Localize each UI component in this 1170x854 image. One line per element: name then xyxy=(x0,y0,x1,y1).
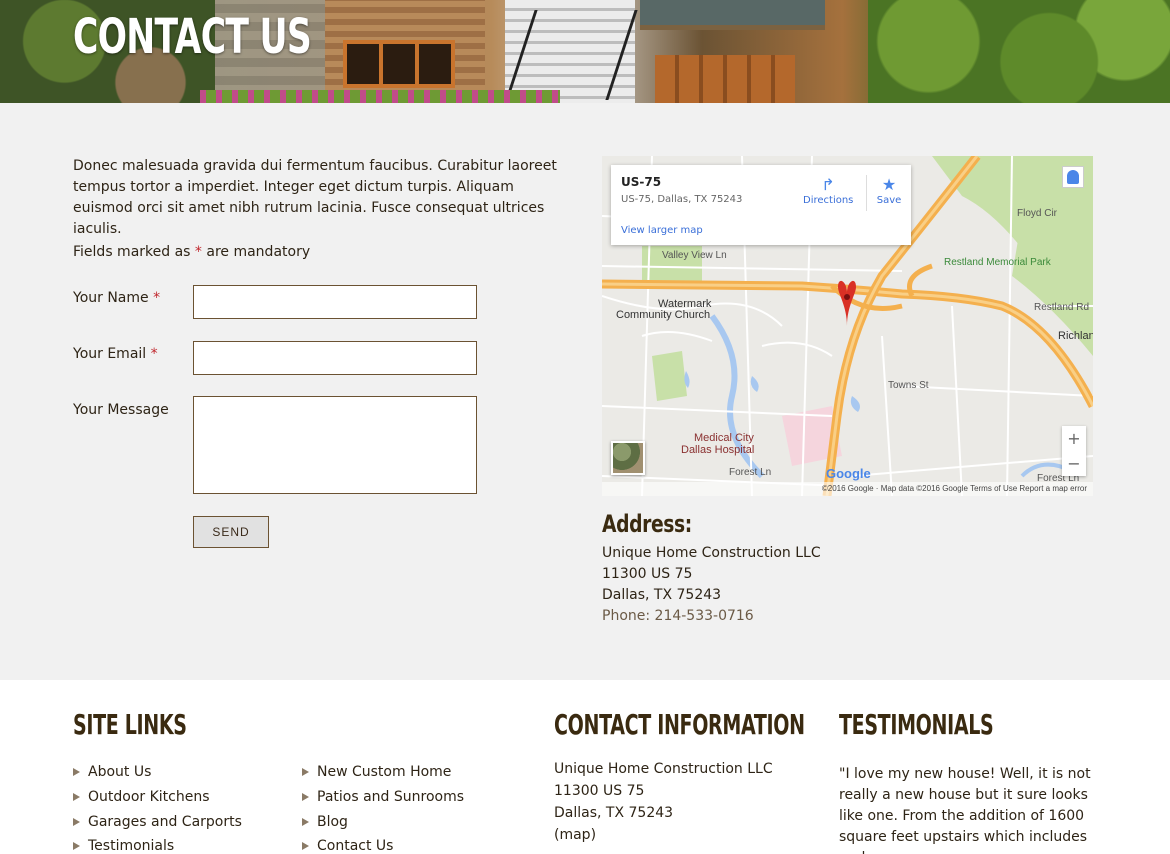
footer-link-blog[interactable]: Blog xyxy=(302,812,348,833)
mandatory-note-suffix: are mandatory xyxy=(201,244,311,260)
zoom-in-button[interactable]: + xyxy=(1062,426,1086,451)
footer-contact-block: Unique Home Construction LLC 11300 US 75… xyxy=(554,758,773,846)
address-phone[interactable]: Phone: 214-533-0716 xyxy=(602,606,821,627)
google-map[interactable]: US-75 US-75, Dallas, TX 75243 View large… xyxy=(602,156,1093,496)
save-label: Save xyxy=(876,195,902,206)
address-company: Unique Home Construction LLC xyxy=(602,545,821,561)
map-label: Richlan xyxy=(1058,330,1093,342)
footer-link-new-custom-home[interactable]: New Custom Home xyxy=(302,762,451,783)
map-attribution[interactable]: ©2016 Google · Map data ©2016 Google Ter… xyxy=(602,482,1093,496)
directions-button[interactable]: ↱ Directions xyxy=(803,175,853,206)
hero-stairs xyxy=(505,0,635,103)
map-label: Restland Memorial Park xyxy=(944,257,1051,268)
view-larger-map-link[interactable]: View larger map xyxy=(621,225,703,236)
footer-link-about-us[interactable]: About Us xyxy=(73,762,151,783)
required-star: * xyxy=(194,244,202,260)
hero-banner: CONTACT US xyxy=(0,0,1170,103)
message-label: Your Message xyxy=(73,402,169,418)
hero-garage-door xyxy=(655,55,795,103)
zoom-out-button[interactable]: − xyxy=(1062,451,1086,476)
footer-link-outdoor-kitchens[interactable]: Outdoor Kitchens xyxy=(73,787,210,808)
testimonial-quote: "I love my new house! Well, it is not re… xyxy=(839,766,1091,854)
place-title: US-75 xyxy=(621,175,662,189)
name-input[interactable] xyxy=(193,285,477,319)
address-heading: Address: xyxy=(602,510,692,538)
footer-link-contact-us[interactable]: Contact Us xyxy=(302,836,393,854)
zoom-control: + − xyxy=(1062,426,1086,476)
map-label: Valley View Ln xyxy=(662,250,727,261)
message-textarea[interactable] xyxy=(193,396,477,494)
send-button[interactable]: SEND xyxy=(193,516,269,548)
footer-link-garages-carports[interactable]: Garages and Carports xyxy=(73,812,242,833)
page-title: CONTACT US xyxy=(73,9,312,65)
hero-window xyxy=(343,40,455,88)
footer-map-link[interactable]: (map) xyxy=(554,824,773,846)
map-label: Towns St xyxy=(888,380,929,391)
name-label-text: Your Name xyxy=(73,290,149,306)
place-card: US-75 US-75, Dallas, TX 75243 View large… xyxy=(611,165,911,245)
street-view-pegman-icon[interactable] xyxy=(1062,166,1084,188)
google-logo: Google xyxy=(826,466,871,481)
email-input[interactable] xyxy=(193,341,477,375)
satellite-toggle[interactable] xyxy=(611,441,645,475)
contact-info-heading: CONTACT INFORMATION xyxy=(554,708,805,741)
hero-flowers xyxy=(200,90,560,103)
testimonials-heading: TESTIMONIALS xyxy=(839,708,994,741)
place-address: US-75, Dallas, TX 75243 xyxy=(621,194,743,205)
star-icon: ★ xyxy=(881,175,897,194)
intro-text: Donec malesuada gravida dui fermentum fa… xyxy=(73,158,557,237)
map-label: Community Church xyxy=(616,309,711,321)
address-city: Dallas, TX 75243 xyxy=(602,587,722,603)
directions-label: Directions xyxy=(803,195,854,206)
map-label: Floyd Cir xyxy=(1017,208,1058,219)
mandatory-note-prefix: Fields marked as xyxy=(73,244,195,260)
map-label: Forest Ln xyxy=(729,467,772,478)
name-label: Your Name * xyxy=(73,288,160,309)
email-label-text: Your Email xyxy=(73,346,147,362)
footer-link-testimonials[interactable]: Testimonials xyxy=(73,836,174,854)
save-button[interactable]: ★ Save xyxy=(871,175,907,206)
footer-street: 11300 US 75 xyxy=(554,783,645,799)
required-star: * xyxy=(153,290,161,306)
footer-link-patios-sunrooms[interactable]: Patios and Sunrooms xyxy=(302,787,464,808)
map-label: Medical City xyxy=(694,432,754,444)
footer-city: Dallas, TX 75243 xyxy=(554,805,674,821)
required-star: * xyxy=(150,346,158,362)
map-label: Restland Rd xyxy=(1034,302,1090,313)
hero-hedge xyxy=(868,0,1170,103)
footer-company: Unique Home Construction LLC xyxy=(554,761,773,777)
map-label: Dallas Hospital xyxy=(681,444,755,456)
hero-glass-railing xyxy=(640,0,825,30)
address-block: Unique Home Construction LLC 11300 US 75… xyxy=(602,543,821,627)
mandatory-note: Fields marked as * are mandatory xyxy=(73,242,310,263)
site-links-heading: SITE LINKS xyxy=(73,708,187,741)
directions-icon: ↱ xyxy=(821,175,835,194)
email-label: Your Email * xyxy=(73,344,158,365)
address-street: 11300 US 75 xyxy=(602,566,693,582)
card-divider xyxy=(866,175,867,211)
